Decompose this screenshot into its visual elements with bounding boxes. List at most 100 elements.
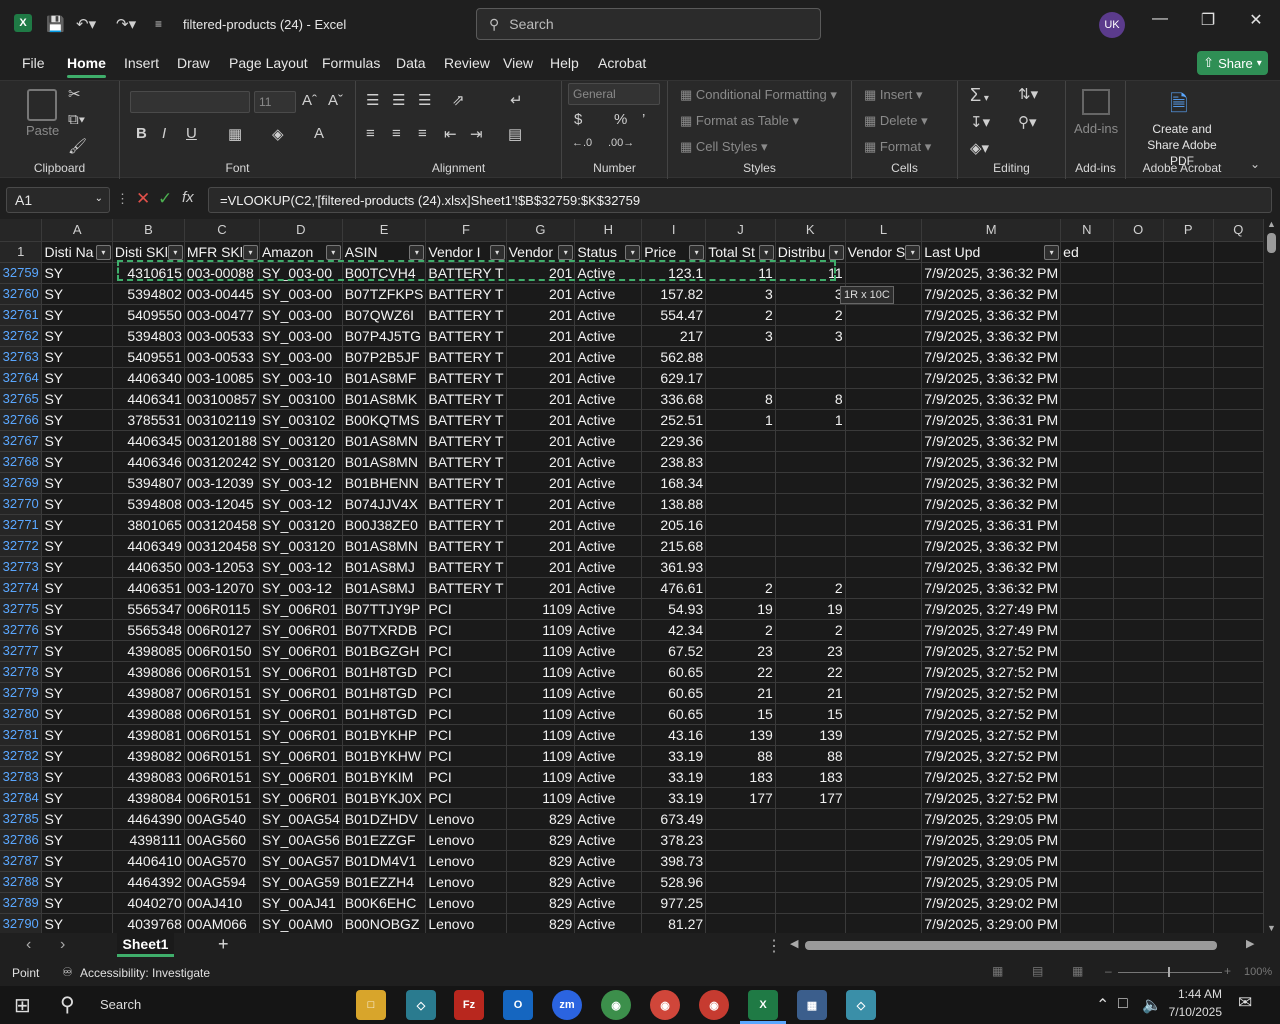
cell[interactable]: 201 (506, 304, 576, 326)
cell[interactable] (1060, 388, 1114, 410)
file-explorer-icon[interactable]: □ (356, 990, 386, 1020)
cell[interactable]: BATTERY T (425, 367, 507, 389)
cell[interactable] (845, 703, 923, 725)
cell[interactable] (1163, 871, 1214, 893)
search-icon[interactable]: ⚲ (60, 992, 75, 1017)
cell[interactable]: 4398111 (112, 829, 185, 851)
cell[interactable]: 5565348 (112, 619, 185, 641)
cell[interactable] (1213, 766, 1264, 788)
cell[interactable]: SY_006R01 (259, 703, 343, 725)
cell[interactable]: 003120458 (184, 514, 260, 536)
app-icon[interactable]: ◇ (406, 990, 436, 1020)
cell[interactable]: 252.51 (641, 409, 707, 431)
cell[interactable]: SY (41, 619, 113, 641)
row-header[interactable]: 32780 (0, 703, 43, 725)
cell[interactable] (845, 577, 923, 599)
cell[interactable]: 4398083 (112, 766, 185, 788)
column-header[interactable]: L (845, 219, 923, 242)
cell[interactable]: 201 (506, 346, 576, 368)
scroll-down-icon[interactable]: ▼ (1267, 923, 1276, 933)
cell[interactable]: 2 (705, 304, 776, 326)
cell[interactable]: Lenovo (425, 871, 507, 893)
cell[interactable]: 21 (705, 682, 776, 704)
undo-icon[interactable]: ↶▾ (76, 9, 96, 39)
cell[interactable]: 7/9/2025, 3:36:32 PM (921, 325, 1062, 347)
cell[interactable]: 7/9/2025, 3:27:52 PM (921, 745, 1062, 767)
zoom-app-icon[interactable]: zm (552, 990, 582, 1020)
cell[interactable] (1060, 472, 1114, 494)
cell[interactable]: Active (574, 619, 643, 641)
cell[interactable]: 361.93 (641, 556, 707, 578)
cell[interactable]: 528.96 (641, 871, 707, 893)
row-header[interactable]: 32762 (0, 325, 43, 347)
cell[interactable]: 7/9/2025, 3:27:52 PM (921, 724, 1062, 746)
cell[interactable] (1163, 892, 1214, 914)
cell[interactable] (775, 556, 846, 578)
cell[interactable]: 00AG570 (184, 850, 260, 872)
cell[interactable]: 33.19 (641, 766, 707, 788)
cell[interactable] (1113, 871, 1164, 893)
save-icon[interactable]: 💾 (46, 9, 65, 39)
column-header[interactable]: M (921, 219, 1062, 242)
cell[interactable] (705, 514, 776, 536)
cell[interactable] (845, 724, 923, 746)
font-size-dropdown[interactable]: 11 (254, 91, 296, 113)
cell[interactable]: B01AS8MJ (342, 556, 427, 578)
row-header[interactable]: 32782 (0, 745, 43, 767)
cell[interactable] (1113, 661, 1164, 683)
cell[interactable]: 7/9/2025, 3:27:52 PM (921, 766, 1062, 788)
cell[interactable]: 7/9/2025, 3:29:05 PM (921, 829, 1062, 851)
paste-icon[interactable] (27, 89, 57, 121)
create-pdf-icon[interactable]: 🗎 (1170, 87, 1188, 125)
cell[interactable]: 4310615 (112, 262, 185, 284)
cell[interactable]: Active (574, 325, 643, 347)
cell[interactable]: 003120188 (184, 430, 260, 452)
cell[interactable] (1113, 619, 1164, 641)
clear-icon[interactable]: ◈▾ (970, 139, 989, 157)
cell[interactable]: Active (574, 892, 643, 914)
row-header[interactable]: 32760 (0, 283, 43, 305)
row-header[interactable]: 32763 (0, 346, 43, 368)
cell[interactable] (1113, 682, 1164, 704)
cell[interactable]: SY_006R01 (259, 724, 343, 746)
cell[interactable]: B01BYKHP (342, 724, 427, 746)
cell[interactable] (845, 661, 923, 683)
share-button[interactable]: ⇧ Share ▾ (1197, 51, 1268, 75)
cell[interactable]: 398.73 (641, 850, 707, 872)
cell[interactable]: 00AG594 (184, 871, 260, 893)
vertical-scroll-thumb[interactable] (1267, 233, 1276, 253)
cell[interactable] (845, 850, 923, 872)
cell[interactable]: 201 (506, 556, 576, 578)
cell[interactable] (845, 493, 923, 515)
cell[interactable] (1213, 829, 1264, 851)
cell[interactable]: 81.27 (641, 913, 707, 933)
excel-taskbar-icon[interactable]: X (748, 990, 778, 1020)
cell[interactable] (845, 472, 923, 494)
cell[interactable]: 829 (506, 829, 576, 851)
cell[interactable]: SY_006R01 (259, 598, 343, 620)
cell[interactable]: Active (574, 829, 643, 851)
cell[interactable]: 139 (705, 724, 776, 746)
cell[interactable]: 1109 (506, 682, 576, 704)
cell[interactable]: 215.68 (641, 535, 707, 557)
cell[interactable]: 7/9/2025, 3:36:32 PM (921, 283, 1062, 305)
cell[interactable]: 378.23 (641, 829, 707, 851)
row-header[interactable]: 32783 (0, 766, 43, 788)
column-header[interactable]: I (641, 219, 707, 242)
collapse-ribbon-icon[interactable]: ⌄ (1250, 157, 1260, 171)
orientation-icon[interactable]: ⇗ (452, 91, 465, 109)
cell[interactable]: 201 (506, 283, 576, 305)
cell[interactable]: SY_00AM0 (259, 913, 343, 933)
tab-insert[interactable]: Insert (124, 55, 159, 71)
cell[interactable] (1213, 493, 1264, 515)
cell[interactable]: Active (574, 304, 643, 326)
cell[interactable]: 1109 (506, 787, 576, 809)
header-cell[interactable]: ed (1060, 241, 1114, 263)
cell[interactable] (845, 682, 923, 704)
cell[interactable] (1113, 451, 1164, 473)
filter-active-icon[interactable]: ▾ (167, 244, 183, 260)
cell[interactable]: 829 (506, 850, 576, 872)
vertical-scrollbar[interactable]: ▲ ▼ (1264, 219, 1280, 933)
name-box[interactable]: A1 ⌄ (6, 187, 110, 213)
cell[interactable]: 4406410 (112, 850, 185, 872)
